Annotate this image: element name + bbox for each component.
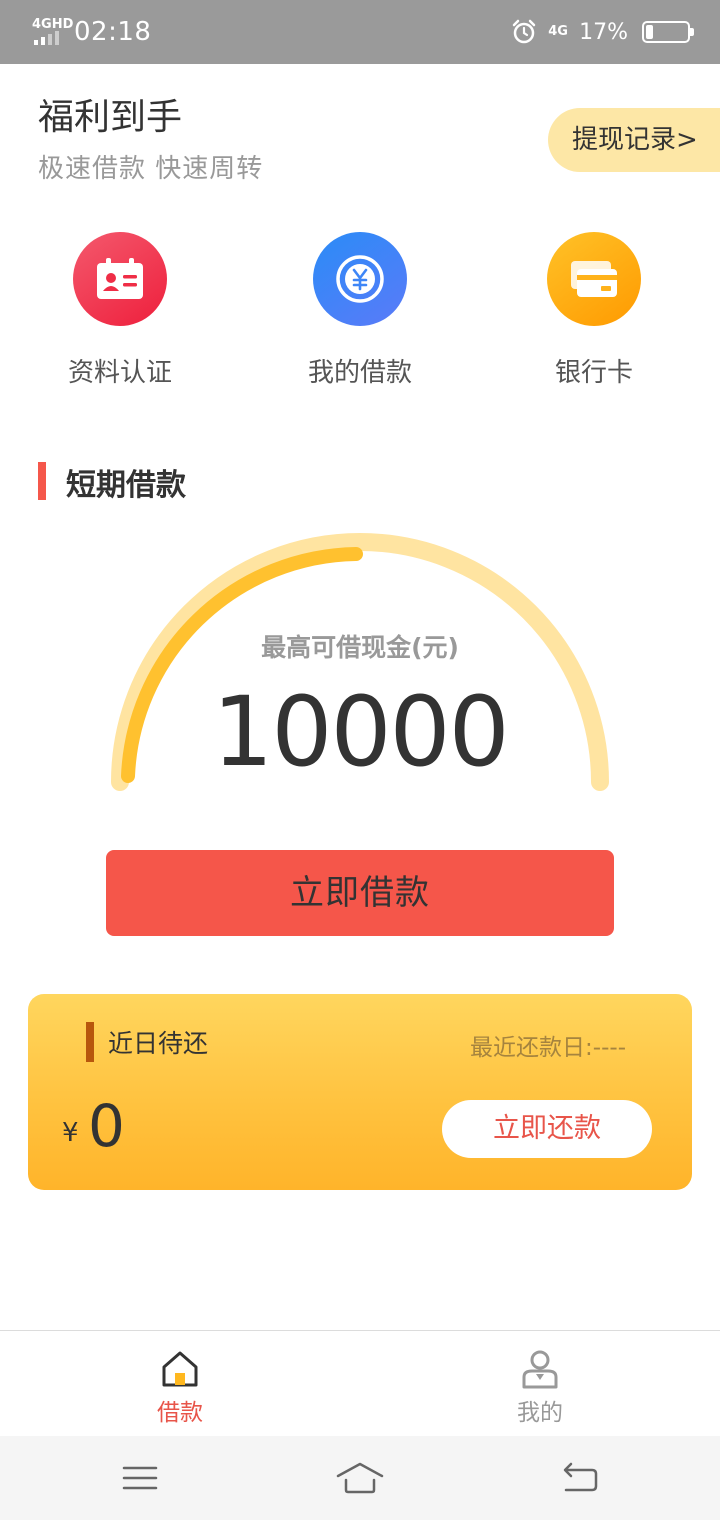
status-right: 4G 17% [511,14,694,50]
page-subtitle: 极速借款 快速周转 [38,154,264,184]
max-loan-amount: 10000 [212,676,509,788]
gauge-caption: 最高可借现金(元) [261,633,459,662]
battery-percent: 17% [579,19,628,45]
menu-icon[interactable] [120,1458,160,1498]
section-marker [38,462,46,500]
home-nav-icon[interactable] [336,1458,384,1498]
back-icon[interactable] [560,1458,600,1498]
status-left: 4GHD 02:18 [30,14,151,50]
withdraw-record-button[interactable]: 提现记录> [548,108,720,172]
bank-card-icon [547,232,641,326]
tab-mine[interactable]: 我的 [480,1349,600,1427]
quick-entry-label: 我的借款 [307,358,412,388]
repay-now-button[interactable]: 立即还款 [442,1100,652,1158]
tab-label: 我的 [517,1400,563,1426]
network-type: 4GHD [32,17,74,32]
tab-loan[interactable]: 借款 [120,1349,240,1427]
battery-fill [646,25,653,39]
yen-coin-icon [313,232,407,326]
quick-entry-profile-verify[interactable]: 资料认证 [40,232,200,389]
quick-entry-label: 资料认证 [67,358,172,388]
clock: 02:18 [74,17,152,47]
user-icon [522,1350,558,1389]
section-title: 短期借款 [66,468,186,503]
quick-entry-bank-card[interactable]: 银行卡 [514,232,674,389]
network-4g-icon: 4G [548,24,568,39]
quick-entry-label: 银行卡 [554,358,633,388]
quick-entry-my-loans[interactable]: 我的借款 [280,232,440,389]
tab-label: 借款 [157,1400,203,1426]
repay-amount: 0 [88,1092,125,1160]
system-navigation-bar [0,1436,720,1520]
repayment-card: 近日待还 最近还款日:---- ¥ 0 立即还款 [28,994,692,1190]
page-title: 福利到手 [38,97,183,138]
alarm-icon [512,19,536,44]
signal-icon: 4GHD [30,17,73,47]
battery-icon [642,21,694,43]
borrow-now-button[interactable]: 立即借款 [106,850,614,936]
repay-title: 近日待还 [108,1029,209,1058]
home-icon [162,1351,198,1387]
currency-symbol: ¥ [62,1118,79,1148]
bottom-tab-bar: 借款 我的 [0,1330,720,1436]
id-card-icon [73,232,167,326]
repay-marker [86,1022,94,1062]
status-bar: 4GHD 02:18 4G 17% [0,0,720,64]
recent-repay-date: 最近还款日:---- [470,1035,626,1061]
